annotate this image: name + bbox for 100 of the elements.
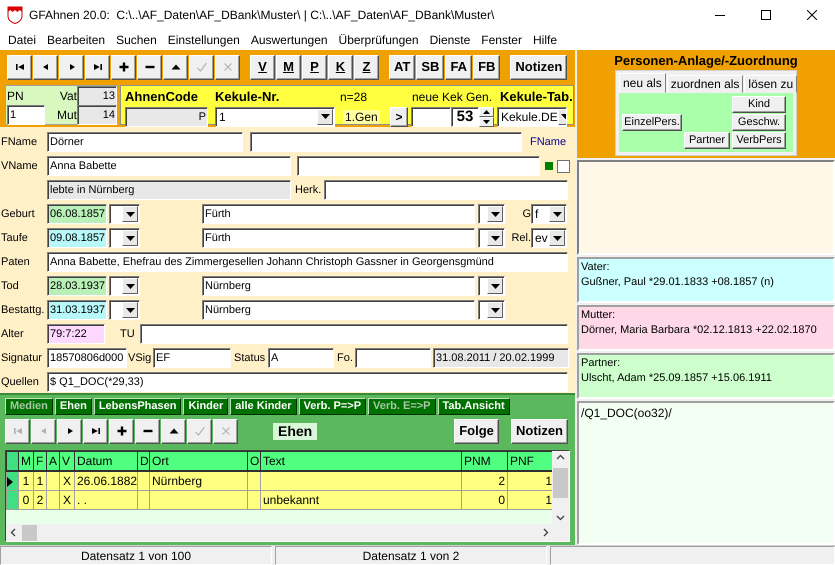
first-record-button[interactable]	[7, 54, 32, 80]
add-button[interactable]	[111, 54, 136, 80]
text-field[interactable]	[355, 348, 431, 368]
text-field[interactable]: Fürth	[202, 228, 475, 248]
text-field[interactable]: Anna Babette	[47, 156, 291, 176]
dropdown[interactable]	[109, 300, 140, 320]
column-header[interactable]: PNF	[508, 452, 552, 471]
text-field[interactable]	[250, 132, 522, 152]
menu-item[interactable]: Dienste	[424, 31, 476, 49]
text-field[interactable]	[140, 324, 568, 344]
spin-button[interactable]	[479, 106, 494, 127]
text-field[interactable]: Anna Babette, Ehefrau des Zimmergesellen Johann Christoph Gassner in Georgensgmünd	[47, 252, 568, 272]
dropdown[interactable]	[478, 228, 505, 248]
text-field[interactable]: 1	[7, 105, 45, 126]
text-field[interactable]: Dörner	[47, 132, 243, 152]
toolbar-button[interactable]: FA	[445, 54, 472, 80]
vertical-scrollbar[interactable]	[552, 451, 569, 524]
scrollbar-thumb[interactable]	[553, 468, 568, 498]
scrollbar-thumb[interactable]	[22, 524, 37, 541]
checkbox[interactable]	[557, 160, 570, 173]
dropdown[interactable]	[109, 228, 140, 248]
tab[interactable]: zuordnen als	[666, 75, 744, 93]
next-record-button[interactable]	[57, 418, 82, 444]
text-field[interactable]: $ Q1_DOC(*29,33)	[47, 372, 568, 392]
dropdown[interactable]	[478, 276, 505, 296]
close-icon[interactable]	[807, 10, 817, 20]
text-field[interactable]: EF	[153, 348, 231, 368]
tab[interactable]: Kinder	[183, 398, 228, 415]
text-field[interactable]: Nürnberg	[202, 300, 475, 320]
dropdown[interactable]	[478, 300, 505, 320]
menu-item[interactable]: Überprüfungen	[334, 31, 424, 49]
tab[interactable]: Verb. P=>P	[298, 398, 366, 415]
toolbar-button[interactable]: AT	[389, 54, 416, 80]
text-field[interactable]: 14	[77, 105, 117, 126]
notes-area[interactable]	[577, 160, 835, 255]
dropdown[interactable]: f	[531, 204, 567, 224]
dropdown[interactable]: Kekule.DE	[497, 106, 567, 127]
date-field[interactable]: 06.08.1857	[47, 204, 107, 224]
button[interactable]: Geschw.	[732, 114, 786, 131]
dropdown[interactable]	[478, 204, 505, 224]
notes-button[interactable]: Notizen	[510, 54, 568, 80]
move-up-button[interactable]	[161, 418, 186, 444]
dropdown[interactable]	[109, 276, 140, 296]
text-field[interactable]: 79:7:22	[47, 324, 105, 344]
last-record-button[interactable]	[83, 418, 108, 444]
toolbar-button[interactable]: M	[276, 54, 301, 80]
next-record-button[interactable]	[59, 54, 84, 80]
toolbar-button[interactable]: K	[328, 54, 353, 80]
menu-item[interactable]: Einstellungen	[162, 31, 245, 49]
column-header[interactable]: PNM	[462, 452, 508, 471]
button[interactable]: EinzelPers.	[622, 114, 682, 131]
column-header[interactable]: D	[138, 452, 150, 471]
toolbar-button[interactable]: FB	[473, 54, 500, 80]
text-field[interactable]: P	[125, 106, 208, 127]
menu-item[interactable]: Hilfe	[528, 31, 562, 49]
order-button[interactable]: Folge	[454, 418, 499, 444]
menu-item[interactable]: Suchen	[111, 31, 162, 49]
text-field[interactable]: Fürth	[202, 204, 475, 224]
menu-item[interactable]: Datei	[3, 31, 42, 49]
text-field[interactable]: Nürnberg	[202, 276, 475, 296]
delete-button[interactable]	[137, 54, 162, 80]
column-header[interactable]: M	[18, 452, 34, 471]
text-field[interactable]	[324, 180, 568, 200]
column-header[interactable]: Ort	[150, 452, 248, 471]
text-field[interactable]: 18570806d000	[47, 348, 127, 368]
maximize-icon[interactable]	[761, 10, 771, 20]
date-field[interactable]: 09.08.1857	[47, 228, 107, 248]
toolbar-button[interactable]: P	[302, 54, 327, 80]
button[interactable]: Kind	[732, 96, 786, 113]
toolbar-button[interactable]: SB	[416, 54, 444, 80]
move-up-button[interactable]	[163, 54, 188, 80]
notes-button[interactable]: Notizen	[511, 418, 568, 444]
column-header[interactable]: Text	[260, 452, 462, 471]
text-field[interactable]: 13	[77, 86, 117, 106]
column-header[interactable]: V	[60, 452, 74, 471]
tab[interactable]: LebensPhasen	[94, 398, 182, 415]
tab[interactable]: neu als	[619, 73, 666, 93]
previous-record-button[interactable]	[33, 54, 58, 80]
add-button[interactable]	[109, 418, 134, 444]
column-header[interactable]: Datum	[74, 452, 138, 471]
text-field[interactable]	[297, 156, 540, 176]
dropdown[interactable]: ev	[531, 228, 567, 248]
tab[interactable]: lösen zu	[744, 75, 798, 93]
menu-item[interactable]: Bearbeiten	[42, 31, 110, 49]
menu-item[interactable]: Auswertungen	[246, 31, 333, 49]
text-field[interactable]	[411, 106, 451, 127]
column-header[interactable]: O	[248, 452, 260, 471]
go-button[interactable]: >	[390, 106, 408, 127]
text-field[interactable]: 53	[451, 106, 479, 127]
tab[interactable]: alle Kinder	[230, 398, 297, 415]
last-record-button[interactable]	[85, 54, 110, 80]
tab[interactable]: Ehen	[54, 398, 92, 415]
tab[interactable]: Tab.Ansicht	[438, 398, 510, 415]
dropdown[interactable]	[109, 204, 140, 224]
toolbar-button[interactable]: V	[250, 54, 275, 80]
button[interactable]: VerbPers	[732, 132, 786, 149]
text-field[interactable]: 31.08.2011 / 20.02.1999	[433, 348, 569, 368]
button[interactable]: Partner	[684, 132, 730, 149]
horizontal-scrollbar[interactable]	[6, 524, 569, 541]
dropdown[interactable]: 1	[215, 106, 335, 127]
